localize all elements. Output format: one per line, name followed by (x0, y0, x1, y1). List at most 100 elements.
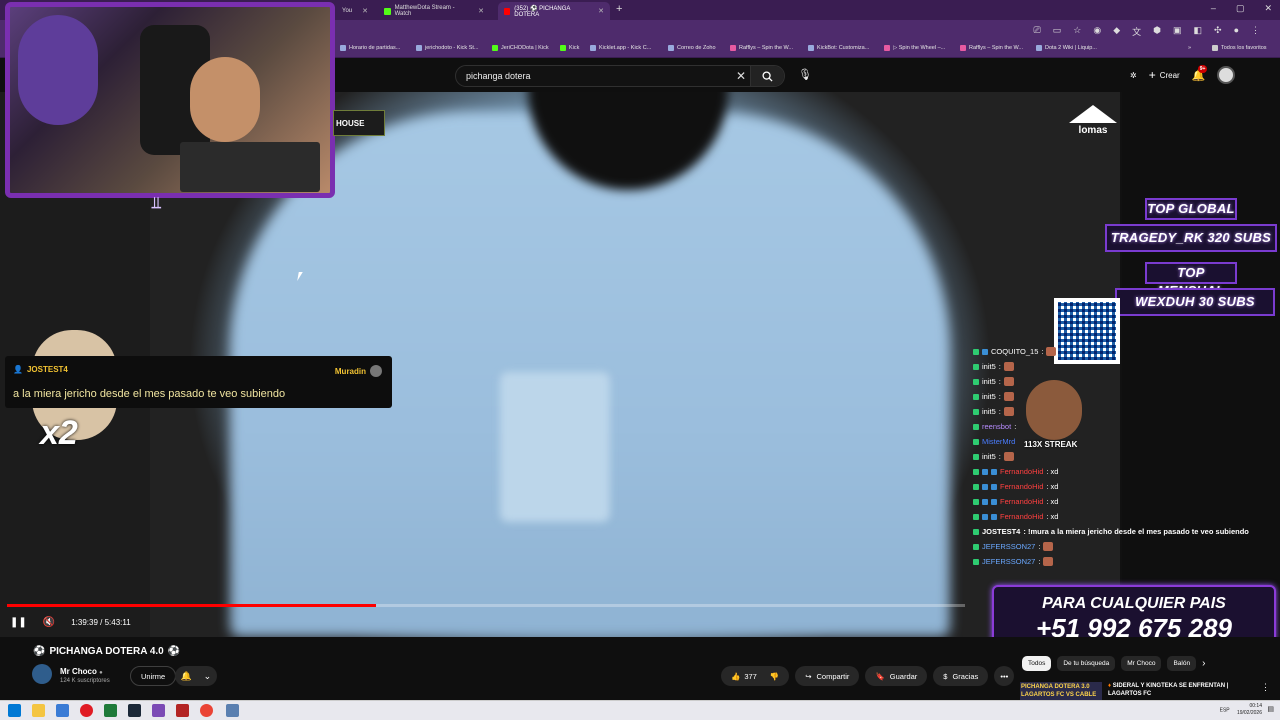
extension-icon[interactable]: ⬢ (1153, 25, 1161, 38)
bookmark-item[interactable]: KickBot: Customiza... (808, 45, 869, 51)
extension-icon[interactable]: ◆ (1113, 25, 1120, 38)
chat-line: init5: (973, 452, 1014, 461)
puzzle-icon[interactable]: ✣ (1214, 25, 1222, 38)
join-button[interactable]: Unirme (130, 666, 177, 686)
close-window-button[interactable]: ✕ (1264, 3, 1272, 14)
bookmark-item[interactable]: JeriCHODota | Kick (492, 45, 549, 51)
tab-matthewdota[interactable]: MatthewDota Stream - Watch ✕ (378, 2, 490, 20)
bookmark-item[interactable]: jerichodoto - Kick St... (416, 45, 479, 51)
language-indicator[interactable]: ESP (1220, 707, 1230, 713)
share-icon: ↪ (805, 671, 812, 681)
chrome-icon[interactable] (200, 704, 213, 717)
translate-icon[interactable]: 文 (1132, 25, 1141, 38)
soccer-ball-icon: ⚽ (33, 646, 46, 657)
tab-youtube[interactable]: You ✕ (336, 2, 374, 20)
all-bookmarks-item[interactable]: Todos los favoritos (1212, 45, 1267, 51)
filter-chip-channel[interactable]: Mr Choco (1121, 656, 1162, 671)
menu-icon[interactable]: ⋮ (1251, 25, 1260, 38)
lomas-logo-icon (1069, 105, 1117, 123)
chat-line: COQUITO_15: (973, 347, 1057, 356)
steam-icon[interactable] (128, 704, 141, 717)
pause-button[interactable]: ❚❚ (10, 617, 27, 628)
bookmark-icon: 🔖 (875, 671, 885, 681)
dislike-button[interactable]: 👎 (770, 672, 779, 681)
app-icon[interactable] (152, 704, 165, 717)
minimize-button[interactable]: – (1211, 3, 1216, 14)
create-button[interactable]: + Crear (1149, 68, 1180, 82)
file-explorer-icon[interactable] (32, 704, 45, 717)
recommended-video[interactable]: PICHANGA DOTERA 3.0 LAGARTOS FC VS CABLE… (1020, 682, 1270, 700)
close-tab-icon[interactable]: ✕ (478, 7, 484, 15)
extension-icon[interactable]: ▣ (1173, 25, 1182, 38)
screen-icon[interactable]: ▭ (1053, 25, 1062, 38)
share-button[interactable]: ↪ Compartir (795, 666, 860, 686)
search-box[interactable]: pichanga dotera ✕ (455, 65, 785, 87)
chat-user: COQUITO_15 (991, 347, 1039, 356)
more-bookmarks-icon[interactable]: » (1188, 45, 1191, 51)
close-tab-icon[interactable]: ✕ (362, 7, 368, 15)
channel-avatar[interactable] (32, 664, 52, 684)
opera-icon[interactable] (80, 704, 93, 717)
excel-icon[interactable] (104, 704, 117, 717)
chat-user: MisterMrd (982, 437, 1016, 446)
emote-icon (1046, 347, 1057, 356)
extension-icon[interactable]: ◧ (1194, 25, 1203, 38)
save-button[interactable]: 🔖 Guardar (865, 666, 928, 686)
like-button[interactable]: 👍 377 (731, 672, 757, 681)
clock[interactable]: 00:14 19/02/2026 (1237, 703, 1262, 717)
bookmark-item[interactable]: ▷ Spin the Wheel –... (884, 45, 945, 51)
maximize-button[interactable]: ▢ (1236, 3, 1245, 14)
cast-icon[interactable]: ⎚ (1034, 25, 1041, 38)
windows-start-icon[interactable] (8, 704, 21, 717)
bookmark-item[interactable]: Rafflys – Spin the W... (960, 45, 1023, 51)
badge-icon (973, 468, 979, 475)
chevron-right-icon[interactable]: › (1202, 656, 1205, 671)
bookmark-item[interactable]: Horario de partidas... (340, 45, 400, 51)
chat-text: : (998, 407, 1001, 416)
chat-line: JEFERSSON27: (973, 557, 1054, 566)
badge-icon (973, 423, 979, 430)
bookmark-item[interactable]: Rafflys – Spin the W... (730, 45, 793, 51)
gear-extension-icon[interactable]: ✲ (1130, 71, 1137, 80)
bookmark-item[interactable]: Kick (560, 45, 579, 51)
search-button[interactable] (750, 66, 784, 86)
bookmark-item[interactable]: Correo de Zoho (668, 45, 716, 51)
channel-name[interactable]: Mr Choco ● (60, 667, 103, 676)
search-input[interactable]: pichanga dotera (466, 71, 531, 81)
app-icon[interactable] (176, 704, 189, 717)
more-icon[interactable]: ⋮ (1261, 682, 1270, 700)
filter-chip-all[interactable]: Todos (1022, 656, 1052, 671)
bookmark-item[interactable]: Dota 2 Wiki | Liquip... (1036, 45, 1097, 51)
notification-icon[interactable]: ▤ (1267, 706, 1274, 713)
filter-chip-balon[interactable]: Balón (1167, 656, 1197, 671)
calculator-icon[interactable] (226, 704, 239, 717)
top-global-value: TRAGEDY_RK 320 SUBS (1105, 224, 1277, 252)
close-tab-icon[interactable]: ✕ (598, 7, 604, 15)
new-tab-button[interactable]: + (616, 3, 622, 15)
tab-pichanga[interactable]: (352) ⚽ PICHANGA DOTERA ✕ (498, 2, 610, 20)
monitor (180, 142, 320, 192)
avatar[interactable] (1217, 66, 1236, 84)
star-icon[interactable]: ☆ (1073, 25, 1081, 38)
app-icon[interactable] (56, 704, 69, 717)
mute-icon[interactable]: 🔇 (43, 617, 55, 628)
subscription-bell-button[interactable]: 🔔 ⌄ (175, 666, 217, 686)
badge-icon (973, 393, 979, 400)
emote-icon (1043, 542, 1054, 551)
bookmark-item[interactable]: Kicklet.app - Kick C... (590, 45, 651, 51)
time-display: 1:39:39 / 5:43:11 (71, 617, 131, 627)
clear-search-icon[interactable]: ✕ (736, 69, 746, 83)
progress-bar[interactable] (7, 604, 965, 607)
filter-chip-search[interactable]: De tu búsqueda (1057, 656, 1116, 671)
chat-user: init5 (982, 452, 996, 461)
microphone-icon[interactable]: 🎙 (798, 68, 812, 81)
header-right-actions: ✲ + Crear 🔔 9+ (1130, 64, 1236, 84)
kick-icon (492, 45, 498, 51)
extension-icon[interactable]: ◉ (1093, 25, 1101, 38)
profile-icon[interactable]: ● (1234, 25, 1239, 38)
thanks-button[interactable]: $ Gracias (933, 666, 989, 686)
bookmark-icon (340, 45, 346, 51)
badge-icon (991, 483, 997, 490)
notifications-button[interactable]: 🔔 9+ (1192, 64, 1208, 82)
more-actions-button[interactable]: ••• (994, 666, 1015, 686)
